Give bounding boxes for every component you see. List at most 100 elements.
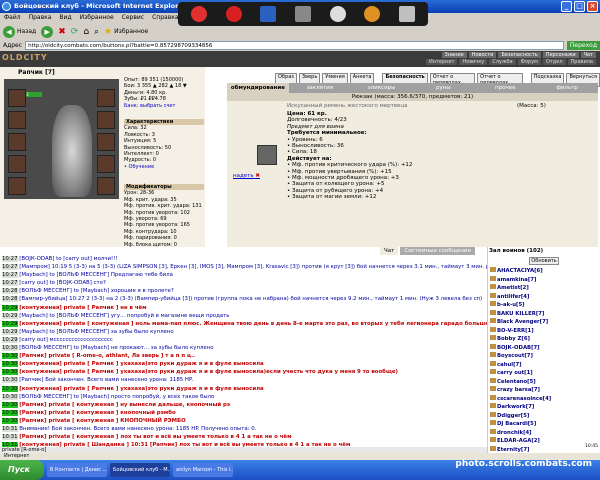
close-button[interactable]: × xyxy=(587,1,598,12)
user-entry[interactable]: cahul[7] xyxy=(488,360,600,370)
user-name[interactable]: DJ Bacardi[5] xyxy=(497,421,536,427)
user-name[interactable]: Bobby Z[6] xyxy=(497,336,530,342)
taskbar-item[interactable]: anilyn Manson - This i... xyxy=(173,463,233,477)
user-name[interactable]: antilifer[4] xyxy=(497,294,529,300)
armor-slot[interactable] xyxy=(8,155,26,173)
user-name[interactable]: dronchik[4] xyxy=(497,430,532,436)
user-entry[interactable]: amamkina[7] xyxy=(488,275,600,285)
site-logo[interactable]: OLDCITY xyxy=(2,53,48,62)
search-icon[interactable]: ⌕ xyxy=(94,27,99,37)
tab-spells[interactable]: заклятия xyxy=(289,83,351,93)
gloves-slot[interactable] xyxy=(97,111,115,129)
user-name[interactable]: Darkwork[7] xyxy=(497,404,534,410)
stop-icon[interactable]: ✖ xyxy=(58,27,66,37)
chat-timestamp[interactable]: 10:30 xyxy=(2,353,18,360)
chat-timestamp[interactable]: 10:27 xyxy=(2,272,18,279)
chat-timestamp[interactable]: 10:27 xyxy=(2,256,18,262)
address-input[interactable] xyxy=(25,41,564,50)
chat-timestamp[interactable]: 10:30 xyxy=(2,417,18,424)
menu-favorites[interactable]: Избранное xyxy=(80,13,114,23)
chat-timestamp[interactable]: 10:28 xyxy=(2,296,18,303)
tab-runes[interactable]: руны xyxy=(412,83,474,93)
user-name[interactable]: AHACTACIYA[6] xyxy=(497,268,543,274)
menu-view[interactable]: Вид xyxy=(59,13,71,23)
chat-timestamp[interactable]: 10:29 xyxy=(2,304,18,311)
nav-bottom-item[interactable]: Форум xyxy=(517,59,541,65)
user-entry[interactable]: BO-V-ERR[1] xyxy=(488,326,600,336)
equip-link[interactable]: надеть ✖ xyxy=(233,173,260,179)
user-entry[interactable]: Ddigger[5] xyxy=(488,411,600,421)
user-entry[interactable]: DJ Bacardi[5] xyxy=(488,420,600,429)
chat-timestamp[interactable]: 10:27 xyxy=(2,280,18,287)
user-entry[interactable]: Ametist[2] xyxy=(488,284,600,293)
user-name[interactable]: Ametist[2] xyxy=(497,285,529,291)
tab-system-messages[interactable]: Системные сообщения xyxy=(400,247,475,255)
user-name[interactable]: crazy barsa[7] xyxy=(497,387,540,393)
user-name[interactable]: cscarenasoince[4] xyxy=(497,396,551,402)
chat-timestamp[interactable]: 10:27 xyxy=(2,264,18,271)
belt-slot[interactable] xyxy=(8,177,26,195)
chat-timestamp[interactable]: 10:30 xyxy=(2,385,18,392)
nav-top-item[interactable]: Персонажи xyxy=(542,52,579,58)
nav-bottom-item[interactable]: Отдел xyxy=(542,59,566,65)
chat-timestamp[interactable]: 10:30 xyxy=(2,369,18,376)
chat-timestamp[interactable]: 10:30 xyxy=(2,401,18,408)
tab-filter[interactable]: фильтр xyxy=(536,83,598,93)
chat-timestamp[interactable]: 10:29 xyxy=(2,320,18,327)
user-entry[interactable]: cscarenasoince[4] xyxy=(488,394,600,404)
chat-timestamp[interactable]: 10:30 xyxy=(2,361,18,368)
menu-tools[interactable]: Сервис xyxy=(122,13,144,23)
chat-timestamp[interactable]: 10:31 xyxy=(2,425,18,432)
nav-top-item[interactable]: Новости xyxy=(468,52,497,58)
user-entry[interactable]: ELDAR-AGA[2] xyxy=(488,437,600,446)
chat-timestamp[interactable]: 10:28 xyxy=(2,288,18,295)
chat-timestamp[interactable]: 10:29 xyxy=(2,312,18,319)
taskbar-item[interactable]: Бойцовский клуб - M... xyxy=(110,463,170,477)
refresh-button[interactable]: Обновить xyxy=(529,257,559,265)
go-button[interactable]: Переход xyxy=(566,41,600,50)
user-entry[interactable]: antilifer[4] xyxy=(488,292,600,302)
chat-timestamp[interactable]: 10:30 xyxy=(2,345,18,352)
user-name[interactable]: ВОЈК-ODAB[7] xyxy=(497,345,540,351)
home-icon[interactable]: ⌂ xyxy=(83,27,89,37)
user-entry[interactable]: crazy barsa[7] xyxy=(488,386,600,395)
nav-top-item[interactable]: Безопасность xyxy=(498,52,541,58)
start-button[interactable]: Пуск xyxy=(0,460,44,480)
menu-file[interactable]: Файл xyxy=(4,13,21,23)
user-entry[interactable]: Boyscout[7] xyxy=(488,352,600,361)
nav-bottom-item[interactable]: Новичку xyxy=(459,59,488,65)
user-entry[interactable]: dronchik[4] xyxy=(488,428,600,438)
chat-timestamp[interactable]: 10:29 xyxy=(2,328,18,335)
tab-equipment[interactable]: обмундирование xyxy=(227,83,289,93)
user-name[interactable]: Boyscout[7] xyxy=(497,353,533,359)
nav-bottom-item[interactable]: Интернет xyxy=(425,59,458,65)
user-entry[interactable]: Black Avenger[7] xyxy=(488,318,600,327)
user-entry[interactable]: carry out[1] xyxy=(488,369,600,378)
weapon-slot[interactable] xyxy=(8,133,26,151)
user-name[interactable]: amamkina[7] xyxy=(497,277,536,283)
nav-bottom-item[interactable]: Правила xyxy=(567,59,596,65)
user-entry[interactable]: AHACTACIYA[6] xyxy=(488,267,600,276)
boots-slot[interactable] xyxy=(97,177,115,195)
helmet-slot[interactable] xyxy=(8,89,26,107)
menu-help[interactable]: Справка xyxy=(152,13,178,23)
nav-bottom-item[interactable]: Служба xyxy=(489,59,516,65)
user-name[interactable]: BAKU KILLER[7] xyxy=(497,311,544,317)
forward-button[interactable]: ▶ xyxy=(41,25,54,38)
user-name[interactable]: ELDAR-AGA[2] xyxy=(497,438,540,444)
user-entry[interactable]: ВОЈК-ODAB[7] xyxy=(488,343,600,353)
back-button[interactable]: ◀ Назад xyxy=(3,25,36,38)
refresh-icon[interactable]: ⟳ xyxy=(71,27,79,37)
taskbar-item[interactable]: В Контакте | Денис ... xyxy=(47,463,107,477)
nav-top-item[interactable]: Чат xyxy=(580,52,596,58)
tab-elixirs[interactable]: эликсиры xyxy=(351,83,413,93)
amulet-slot[interactable] xyxy=(8,111,26,129)
chat-timestamp[interactable]: 10:30 xyxy=(2,377,18,384)
user-name[interactable]: b-ak-u[5] xyxy=(497,302,525,308)
user-name[interactable]: cahul[7] xyxy=(497,362,522,368)
nav-top-item[interactable]: Знание xyxy=(441,52,467,58)
shield-slot[interactable] xyxy=(97,133,115,151)
chat-timestamp[interactable]: 10:31 xyxy=(2,434,18,441)
minimize-button[interactable]: _ xyxy=(561,1,572,12)
user-name[interactable]: Celentano[5] xyxy=(497,379,536,385)
